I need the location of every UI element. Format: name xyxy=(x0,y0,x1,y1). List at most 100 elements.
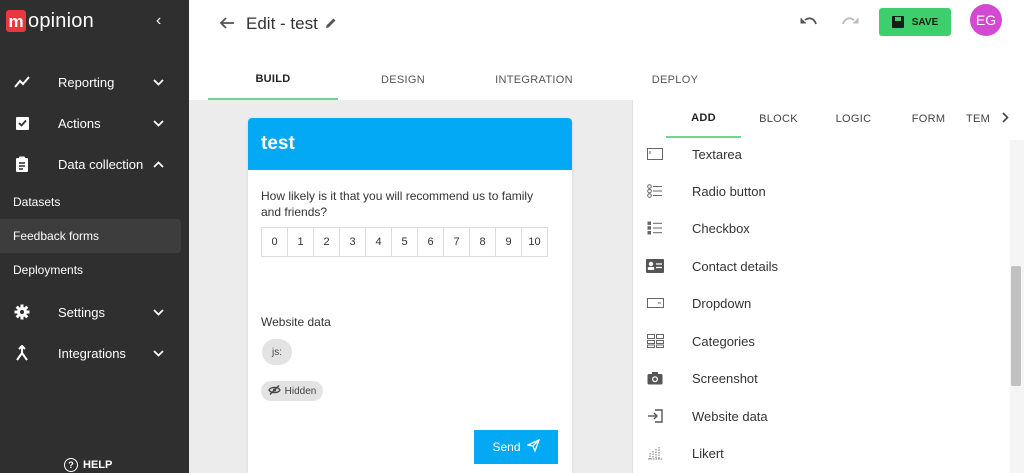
website-data-label[interactable]: Website data xyxy=(261,315,331,329)
help-button[interactable]: ? HELP xyxy=(64,458,112,472)
sidebar-subitem-label: Datasets xyxy=(13,195,61,209)
tab-block[interactable]: BLOCK xyxy=(741,100,816,138)
element-label: Textarea xyxy=(692,146,742,162)
nps-option[interactable]: 9 xyxy=(495,227,522,257)
page-title-text: Edit - test xyxy=(246,14,318,33)
camera-icon xyxy=(646,370,664,386)
nps-option[interactable]: 0 xyxy=(261,227,288,257)
tab-add[interactable]: ADD xyxy=(666,100,741,138)
element-label: Dropdown xyxy=(692,295,752,311)
sidebar-item-reporting[interactable]: Reporting xyxy=(0,62,189,102)
sidebar-item-integrations[interactable]: Integrations xyxy=(0,333,189,373)
tab-logic[interactable]: LOGIC xyxy=(816,100,891,138)
element-label: Radio button xyxy=(692,183,766,199)
paper-plane-icon xyxy=(525,438,540,455)
save-label: SAVE xyxy=(911,16,939,28)
tab-integration[interactable]: INTEGRATION xyxy=(468,60,600,100)
login-icon xyxy=(646,408,664,424)
chevron-right-icon[interactable] xyxy=(1002,112,1009,126)
nps-option[interactable]: 5 xyxy=(391,227,418,257)
save-button[interactable]: SAVE xyxy=(879,8,951,36)
element-label: Checkbox xyxy=(692,220,750,236)
nps-question[interactable]: How likely is it that you will recommend… xyxy=(261,188,551,220)
panel-scrollbar-thumb[interactable] xyxy=(1011,266,1021,386)
logo-mark: m xyxy=(6,10,26,32)
element-website-data[interactable]: Website data xyxy=(646,401,996,431)
contact-card-icon xyxy=(646,258,664,274)
editor-header: Edit - test SAVE EG BUILD DESIGN INTEGRA… xyxy=(189,0,1024,100)
chevron-down-icon xyxy=(153,116,164,130)
textarea-icon xyxy=(646,146,664,162)
tab-build[interactable]: BUILD xyxy=(208,60,338,100)
element-likert[interactable]: Likert xyxy=(646,438,996,468)
gear-icon xyxy=(14,304,30,320)
help-label: HELP xyxy=(83,459,113,471)
nps-option[interactable]: 1 xyxy=(287,227,314,257)
send-button[interactable]: Send xyxy=(474,430,558,464)
tab-design[interactable]: DESIGN xyxy=(338,60,468,100)
element-label: Likert xyxy=(692,445,724,461)
sidebar-item-label: Reporting xyxy=(58,74,115,90)
element-label: Categories xyxy=(692,333,755,349)
element-dropdown[interactable]: Dropdown xyxy=(646,288,996,318)
tab-templates[interactable]: TEM xyxy=(966,100,996,138)
nps-option[interactable]: 8 xyxy=(469,227,496,257)
element-categories[interactable]: Categories xyxy=(646,326,996,356)
editor-tabs: BUILD DESIGN INTEGRATION DEPLOY xyxy=(208,60,740,100)
sidebar-subitem-deployments[interactable]: Deployments xyxy=(0,253,189,287)
element-label: Website data xyxy=(692,408,768,424)
sidebar-subitem-feedback-forms[interactable]: Feedback forms xyxy=(0,219,181,253)
help-icon: ? xyxy=(64,458,78,472)
element-label: Contact details xyxy=(692,258,778,274)
tab-deploy[interactable]: DEPLOY xyxy=(610,60,740,100)
element-contact-details[interactable]: Contact details xyxy=(646,251,996,281)
panel-tabs: ADD BLOCK LOGIC FORM TEM xyxy=(666,100,996,140)
back-arrow-icon[interactable] xyxy=(219,14,235,35)
checklist-icon xyxy=(14,115,30,131)
merge-icon xyxy=(14,345,30,361)
pencil-icon[interactable] xyxy=(325,14,337,34)
element-list: Textarea Radio button Checkbox Contact d… xyxy=(633,140,1009,473)
nps-option[interactable]: 10 xyxy=(521,227,548,257)
redo-icon[interactable] xyxy=(841,12,859,33)
nps-option[interactable]: 7 xyxy=(443,227,470,257)
send-label: Send xyxy=(492,440,521,454)
save-disk-icon xyxy=(891,16,904,28)
sidebar-subitem-datasets[interactable]: Datasets xyxy=(0,185,189,219)
elements-panel: ADD BLOCK LOGIC FORM TEM Textarea Radio … xyxy=(632,100,1024,473)
element-screenshot[interactable]: Screenshot xyxy=(646,363,996,393)
sidebar-item-label: Actions xyxy=(58,115,101,131)
element-textarea[interactable]: Textarea xyxy=(646,140,996,169)
nps-option[interactable]: 2 xyxy=(313,227,340,257)
likert-icon xyxy=(646,445,664,461)
sidebar: m opinion ‹ Reporting Actions Data colle… xyxy=(0,0,189,473)
sidebar-item-label: Integrations xyxy=(58,345,126,361)
form-preview: test How likely is it that you will reco… xyxy=(248,118,572,473)
page-title: Edit - test xyxy=(246,14,337,34)
website-data-chip[interactable]: js: xyxy=(262,339,292,365)
element-checkbox[interactable]: Checkbox xyxy=(646,213,996,243)
nps-option[interactable]: 6 xyxy=(417,227,444,257)
radio-list-icon xyxy=(646,183,664,199)
sidebar-item-data-collection[interactable]: Data collection xyxy=(0,144,189,184)
tab-form[interactable]: FORM xyxy=(891,100,966,138)
undo-icon[interactable] xyxy=(800,12,818,33)
logo-text: opinion xyxy=(28,9,94,32)
clipboard-icon xyxy=(14,156,30,172)
sidebar-item-label: Data collection xyxy=(58,156,144,172)
avatar[interactable]: EG xyxy=(970,4,1002,36)
form-title[interactable]: test xyxy=(248,118,572,170)
nps-option[interactable]: 3 xyxy=(339,227,366,257)
element-label: Screenshot xyxy=(692,370,758,386)
mopinion-logo[interactable]: m opinion xyxy=(6,10,94,32)
nps-option[interactable]: 4 xyxy=(365,227,392,257)
sidebar-item-settings[interactable]: Settings xyxy=(0,292,189,332)
sidebar-subitem-label: Deployments xyxy=(13,263,84,277)
sidebar-item-actions[interactable]: Actions xyxy=(0,103,189,143)
element-radio-button[interactable]: Radio button xyxy=(646,176,996,206)
chevron-left-icon[interactable]: ‹ xyxy=(156,12,161,30)
categories-icon xyxy=(646,333,664,349)
chevron-down-icon xyxy=(153,346,164,360)
hidden-badge[interactable]: Hidden xyxy=(261,381,323,401)
trend-icon xyxy=(14,74,30,90)
